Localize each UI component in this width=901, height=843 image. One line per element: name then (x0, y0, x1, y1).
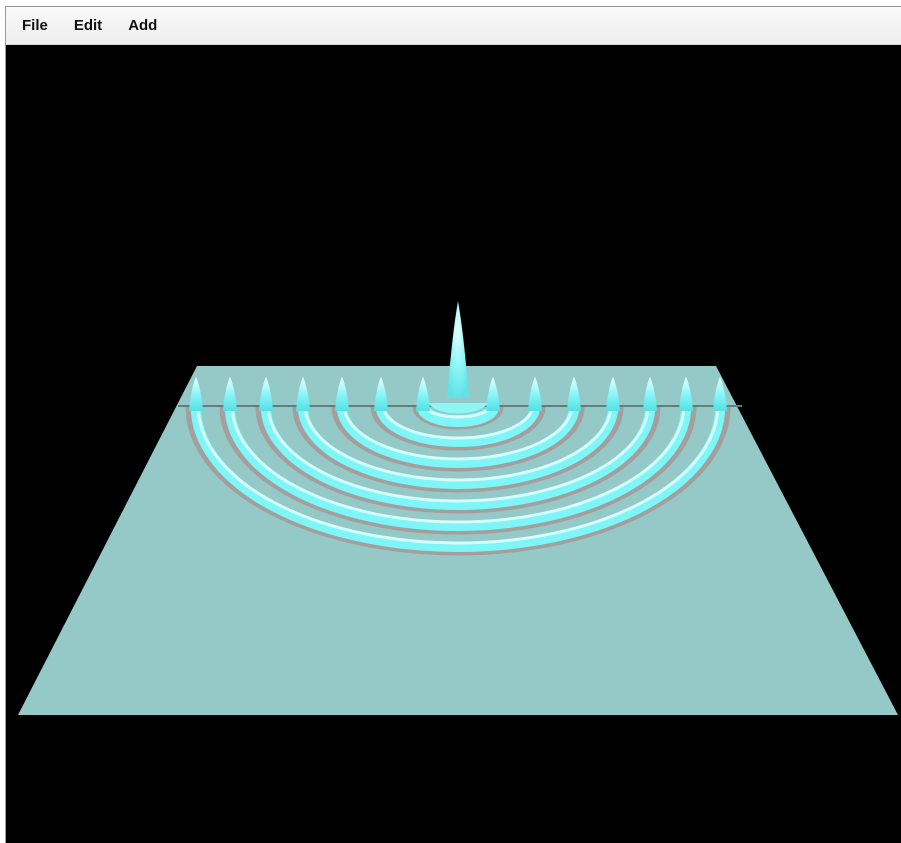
app-window: File Edit Add (0, 0, 901, 843)
window-frame: File Edit Add (5, 6, 901, 843)
3d-viewport[interactable] (6, 45, 901, 843)
menu-file[interactable]: File (6, 7, 59, 45)
menu-add[interactable]: Add (117, 7, 168, 45)
menu-bar: File Edit Add (6, 7, 901, 45)
center-peak (447, 301, 469, 398)
wave-surface-render (18, 301, 898, 715)
menu-edit[interactable]: Edit (63, 7, 113, 45)
